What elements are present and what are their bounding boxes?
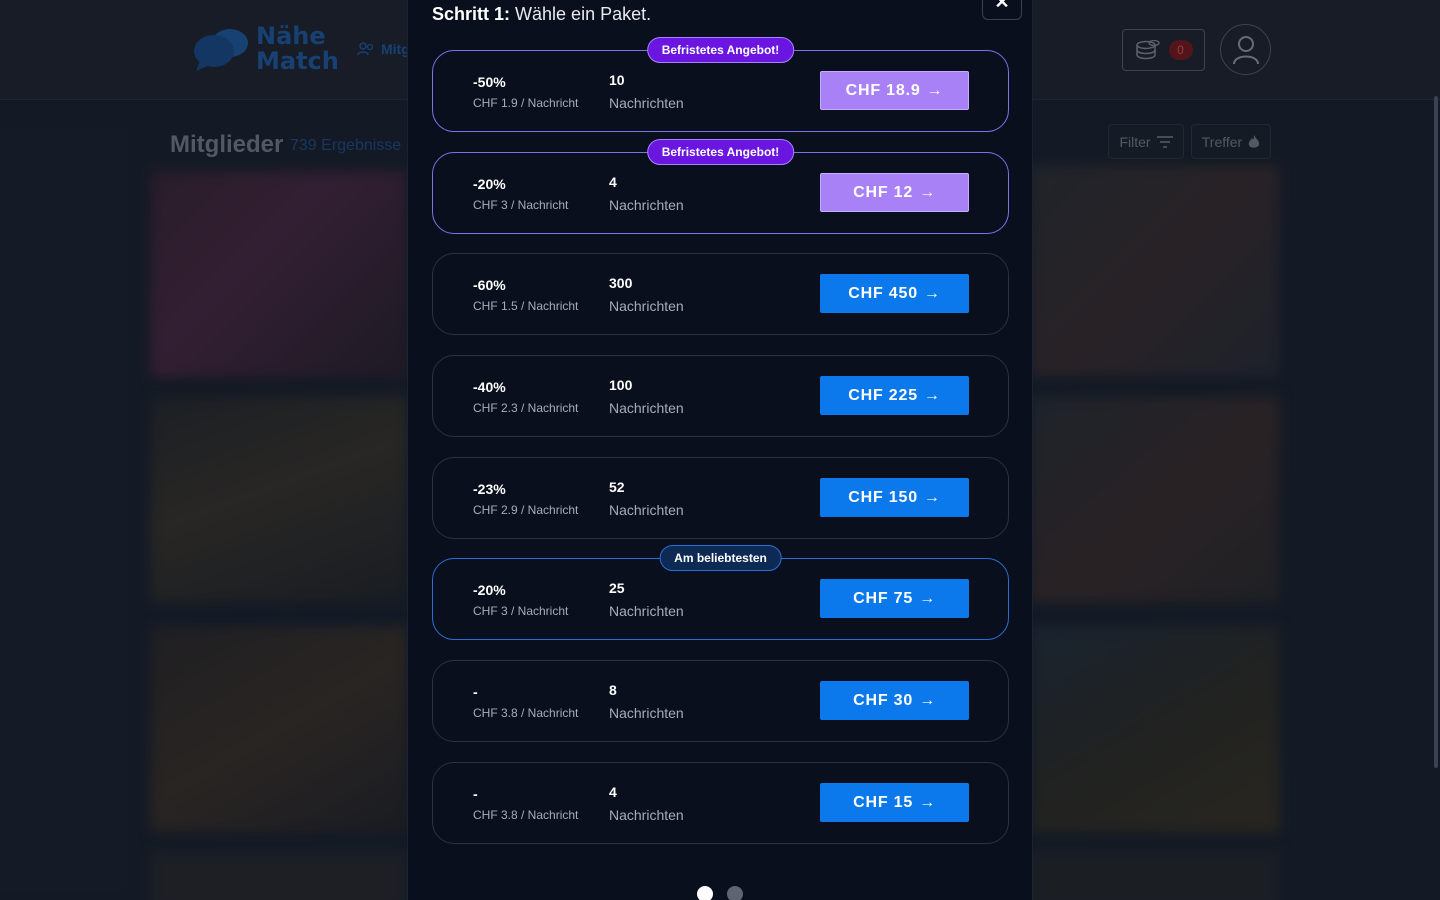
package-price: CHF 15 (853, 793, 914, 811)
buy-package-button[interactable]: CHF 12 → (820, 173, 969, 212)
package-unit: Nachrichten (609, 400, 684, 416)
package-card: - CHF 3.8 / Nachricht 4 Nachrichten CHF … (432, 762, 1009, 844)
pagination-dot-1[interactable] (697, 886, 713, 900)
package-price: CHF 18.9 (845, 81, 921, 99)
buy-package-button[interactable]: CHF 30 → (820, 681, 969, 720)
package-card: -23% CHF 2.9 / Nachricht 52 Nachrichten … (432, 457, 1009, 539)
package-modal: Schritt 1: Wähle ein Paket. ✕ Befristete… (407, 0, 1033, 900)
arrow-right-icon: → (923, 284, 941, 302)
package-price-per-message: CHF 3.8 / Nachricht (473, 706, 579, 720)
buy-package-button[interactable]: CHF 75 → (820, 579, 969, 618)
package-quantity: 300 (609, 275, 633, 291)
package-unit: Nachrichten (609, 502, 684, 518)
package-price: CHF 30 (853, 691, 914, 709)
arrow-right-icon: → (919, 589, 936, 607)
popular-tag: Am beliebtesten (659, 545, 782, 571)
package-price-per-message: CHF 2.9 / Nachricht (473, 503, 579, 517)
buy-package-button[interactable]: CHF 18.9 → (820, 71, 969, 110)
package-discount: -20% (473, 176, 506, 192)
modal-title: Schritt 1: Wähle ein Paket. (432, 4, 651, 25)
package-price-per-message: CHF 3.8 / Nachricht (473, 808, 579, 822)
limited-offer-tag: Befristetes Angebot! (646, 139, 795, 165)
package-price-per-message: CHF 2.3 / Nachricht (473, 401, 579, 415)
arrow-right-icon: → (919, 691, 936, 709)
buy-package-button[interactable]: CHF 450 → (820, 274, 969, 313)
package-card: Befristetes Angebot! -50% CHF 1.9 / Nach… (432, 37, 1009, 132)
limited-offer-tag: Befristetes Angebot! (646, 37, 795, 63)
package-price: CHF 150 (848, 488, 918, 506)
package-quantity: 25 (609, 580, 625, 596)
close-button[interactable]: ✕ (982, 0, 1022, 20)
package-discount: - (473, 786, 478, 802)
arrow-right-icon: → (926, 81, 944, 99)
package-quantity: 52 (609, 479, 625, 495)
package-card: -60% CHF 1.5 / Nachricht 300 Nachrichten… (432, 253, 1009, 335)
package-price: CHF 12 (853, 183, 914, 201)
step-label: Schritt 1: (432, 4, 511, 24)
package-card: Am beliebtesten -20% CHF 3 / Nachricht 2… (432, 545, 1009, 640)
buy-package-button[interactable]: CHF 150 → (820, 478, 969, 517)
package-discount: -40% (473, 379, 506, 395)
buy-package-button[interactable]: CHF 225 → (820, 376, 969, 415)
package-price-per-message: CHF 1.9 / Nachricht (473, 96, 579, 110)
package-quantity: 4 (609, 174, 617, 190)
package-price: CHF 75 (853, 589, 914, 607)
package-unit: Nachrichten (609, 807, 684, 823)
package-price: CHF 225 (848, 386, 918, 404)
package-unit: Nachrichten (609, 197, 684, 213)
package-unit: Nachrichten (609, 298, 684, 314)
pagination-dot-2[interactable] (727, 886, 743, 900)
package-unit: Nachrichten (609, 705, 684, 721)
package-quantity: 4 (609, 784, 617, 800)
arrow-right-icon: → (923, 386, 941, 404)
package-card: -40% CHF 2.3 / Nachricht 100 Nachrichten… (432, 355, 1009, 437)
package-quantity: 8 (609, 682, 617, 698)
package-discount: -50% (473, 74, 506, 90)
arrow-right-icon: → (923, 488, 941, 506)
package-unit: Nachrichten (609, 603, 684, 619)
package-quantity: 10 (609, 72, 625, 88)
package-card: Befristetes Angebot! -20% CHF 3 / Nachri… (432, 139, 1009, 234)
package-discount: -60% (473, 277, 506, 293)
buy-package-button[interactable]: CHF 15 → (820, 783, 969, 822)
package-price-per-message: CHF 3 / Nachricht (473, 604, 569, 618)
package-discount: -23% (473, 481, 506, 497)
page-scrollbar[interactable] (1434, 96, 1438, 768)
pagination-dots (697, 886, 743, 900)
package-unit: Nachrichten (609, 95, 684, 111)
close-icon: ✕ (994, 0, 1010, 12)
package-card: - CHF 3.8 / Nachricht 8 Nachrichten CHF … (432, 660, 1009, 742)
package-discount: -20% (473, 582, 506, 598)
arrow-right-icon: → (919, 793, 936, 811)
package-price-per-message: CHF 3 / Nachricht (473, 198, 569, 212)
arrow-right-icon: → (919, 183, 936, 201)
package-quantity: 100 (609, 377, 633, 393)
package-discount: - (473, 684, 478, 700)
package-price-per-message: CHF 1.5 / Nachricht (473, 299, 579, 313)
step-text: Wähle ein Paket. (515, 4, 652, 24)
package-price: CHF 450 (848, 284, 918, 302)
